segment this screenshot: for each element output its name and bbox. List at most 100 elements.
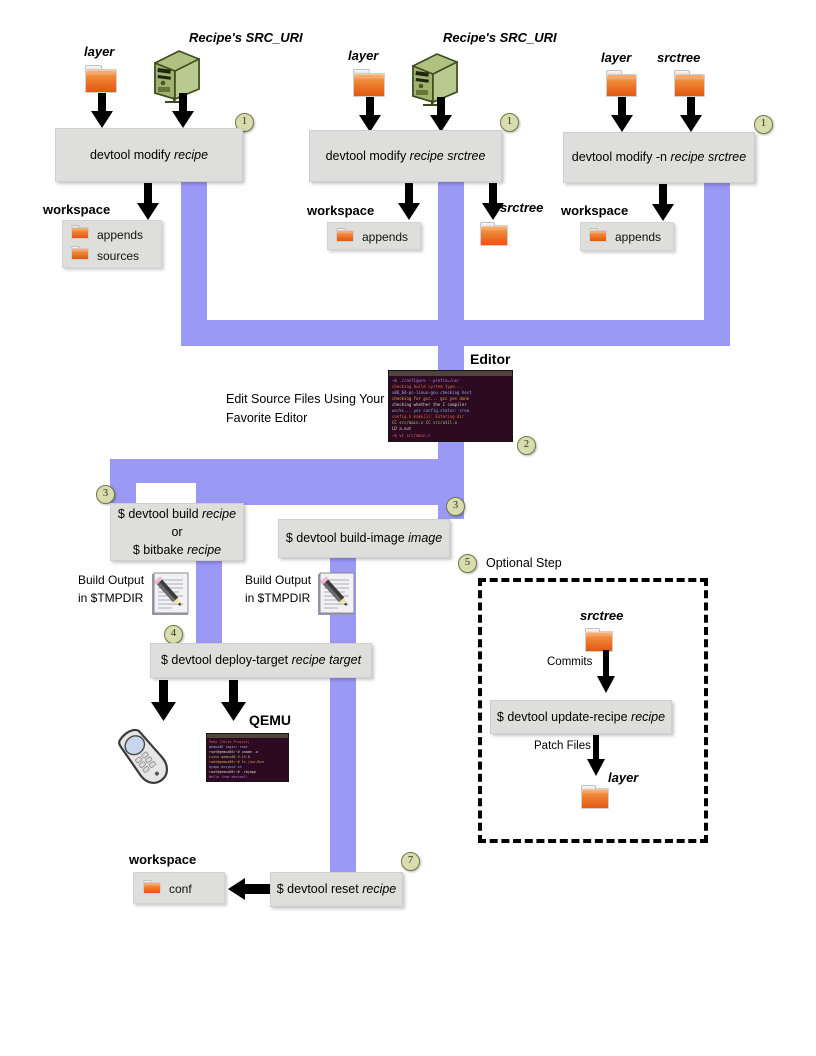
- col1-workspace-item-0: appends: [97, 227, 144, 242]
- flow-bar-deploy-left-feed: [196, 551, 222, 648]
- col1-layer-arrow: [91, 93, 113, 128]
- col2-srctree-folder-icon: [480, 222, 508, 246]
- col1-workspace-item-1: sources: [97, 248, 140, 263]
- col1-workspace-arrow: [137, 183, 159, 220]
- reset-command-box[interactable]: $ devtool reset recipe: [270, 872, 403, 907]
- col2-server-icon: [412, 53, 458, 106]
- svg-text:Poky (Yocto Project): Poky (Yocto Project): [209, 740, 250, 744]
- editor-terminal-screenshot: ~$ ./configure --prefix=/usr checking bu…: [388, 370, 513, 442]
- deploy-command-box[interactable]: $ devtool deploy-target recipe target: [150, 643, 372, 678]
- conf-folder-icon: [143, 880, 161, 894]
- build-left-output-document-icon: [152, 572, 189, 615]
- reset-command-text: $ devtool reset recipe: [276, 882, 397, 897]
- deploy-step-badge: 4: [164, 625, 183, 644]
- editor-caption-line2: Favorite Editor: [226, 410, 308, 425]
- sources-folder-icon: [71, 246, 89, 260]
- col3-workspace-panel: appends: [580, 222, 674, 251]
- svg-text:works... yes config.status: c: works... yes config.status: crea: [392, 408, 470, 413]
- optional-step-badge: 5: [458, 554, 477, 573]
- update-recipe-command-box[interactable]: $ devtool update-recipe recipe: [490, 700, 672, 734]
- svg-text:~$ vi src/main.c: ~$ vi src/main.c: [392, 433, 431, 438]
- update-recipe-command-text: $ devtool update-recipe recipe: [496, 709, 666, 724]
- appends-folder-icon: [336, 228, 354, 242]
- devtool-workflow-diagram: layer Recipe's SRC_URI 1 devtool modify …: [0, 0, 816, 1056]
- flow-bar-build-horizontal: [110, 459, 464, 483]
- col1-server-arrow: [172, 93, 194, 128]
- build-left-line3: $ bitbake recipe: [132, 543, 222, 558]
- optional-layer-label: layer: [608, 770, 639, 785]
- flow-bar-col2-vertical: [438, 178, 464, 320]
- reset-step-badge: 7: [401, 852, 420, 871]
- build-left-step-badge: 3: [96, 485, 115, 504]
- col2-layer-label: layer: [348, 48, 379, 63]
- flow-bar-build-mid-horizontal: [196, 483, 464, 505]
- col3-layer-label: layer: [601, 50, 632, 65]
- svg-text:myapp busybox sh: myapp busybox sh: [209, 765, 242, 769]
- col1-command-box[interactable]: devtool modify recipe: [55, 128, 243, 182]
- svg-text:checking build system type...: checking build system type...: [392, 384, 462, 389]
- col2-srcuri-label: Recipe's SRC_URI: [443, 30, 557, 45]
- col2-command-box[interactable]: devtool modify recipe srctree: [309, 130, 502, 182]
- col3-srctree-arrow: [680, 97, 702, 132]
- editor-step-badge: 2: [517, 436, 536, 455]
- deploy-command-text: $ devtool deploy-target recipe target: [160, 653, 362, 668]
- flow-bar-reset-spine: [330, 673, 356, 873]
- patch-files-arrow: [587, 735, 605, 776]
- col2-step-badge: 1: [500, 113, 519, 132]
- col1-layer-label: layer: [84, 44, 115, 59]
- build-right-output-line2: in $TMPDIR: [245, 591, 311, 605]
- col2-workspace-arrow: [398, 183, 420, 220]
- optional-step-label: Optional Step: [486, 556, 562, 570]
- list-item: sources: [63, 245, 161, 266]
- col2-workspace-label: workspace: [307, 203, 375, 218]
- list-item: appends: [63, 224, 161, 245]
- deploy-qemu-arrow: [221, 680, 246, 721]
- qemu-terminal-screenshot: Poky (Yocto Project) qemux86 login: root…: [206, 733, 289, 782]
- build-left-command-box[interactable]: $ devtool build recipe or $ bitbake reci…: [110, 503, 244, 561]
- build-right-command-box[interactable]: $ devtool build-image image: [278, 519, 450, 558]
- qemu-label: QEMU: [249, 712, 291, 728]
- svg-text:checking whether the C compile: checking whether the C compiler: [392, 402, 467, 407]
- col2-workspace-item-0: appends: [362, 229, 409, 244]
- reset-workspace-label: workspace: [129, 852, 197, 867]
- build-left-output-line2: in $TMPDIR: [78, 591, 144, 605]
- svg-text:qemux86 login: root: qemux86 login: root: [209, 745, 248, 749]
- col2-server-arrow: [430, 97, 452, 132]
- svg-text:checking for gcc... gcc yes d: checking for gcc... gcc yes done: [392, 396, 470, 401]
- build-right-output-label: Build Output in $TMPDIR: [245, 571, 311, 607]
- reset-workspace-panel: conf: [133, 872, 225, 904]
- commits-label: Commits: [547, 656, 593, 668]
- build-left-line1: $ devtool build recipe: [117, 506, 237, 521]
- col3-step-badge: 1: [754, 115, 773, 134]
- optional-srctree-label: srctree: [580, 608, 624, 623]
- col1-layer-folder-icon: [85, 65, 117, 93]
- build-left-line2: or: [171, 524, 183, 539]
- col2-command-text: devtool modify recipe srctree: [325, 148, 486, 163]
- svg-text:Linux qemux86 5.15.0: Linux qemux86 5.15.0: [209, 755, 250, 759]
- col2-layer-folder-icon: [353, 69, 385, 97]
- editor-caption-line1: Edit Source Files Using Your: [226, 392, 385, 406]
- svg-text:root@qemux86:~# ls /usr/bin: root@qemux86:~# ls /usr/bin: [209, 760, 264, 764]
- col3-command-box[interactable]: devtool modify -n recipe srctree: [563, 132, 755, 183]
- build-right-output-document-icon: [318, 572, 355, 615]
- reset-workspace-item-0: conf: [169, 882, 192, 896]
- phone-icon: [118, 728, 169, 784]
- col3-srctree-label: srctree: [657, 50, 701, 65]
- commits-arrow: [597, 650, 615, 693]
- col1-srcuri-label: Recipe's SRC_URI: [189, 30, 303, 45]
- build-right-command-text: $ devtool build-image image: [285, 531, 443, 546]
- col1-command-text: devtool modify recipe: [89, 147, 209, 162]
- svg-text:config.h make[1]: Entering di: config.h make[1]: Entering dir: [392, 414, 465, 419]
- col3-workspace-label: workspace: [561, 203, 629, 218]
- col3-layer-arrow: [611, 97, 633, 132]
- patch-files-label: Patch Files: [534, 740, 591, 752]
- optional-srctree-folder-icon: [585, 628, 613, 652]
- svg-text:CC src/main.o CC src/util.o: CC src/main.o CC src/util.o: [392, 420, 458, 425]
- appends-folder-icon: [71, 225, 89, 239]
- col3-srctree-folder-icon: [674, 70, 705, 97]
- svg-text:x86_64-pc-linux-gnu checking: x86_64-pc-linux-gnu checking host: [392, 390, 472, 395]
- svg-text:Hello from devtool!: Hello from devtool!: [209, 775, 248, 779]
- list-item: conf: [134, 877, 224, 901]
- build-left-output-line1: Build Output: [78, 573, 145, 587]
- optional-layer-folder-icon: [581, 785, 609, 809]
